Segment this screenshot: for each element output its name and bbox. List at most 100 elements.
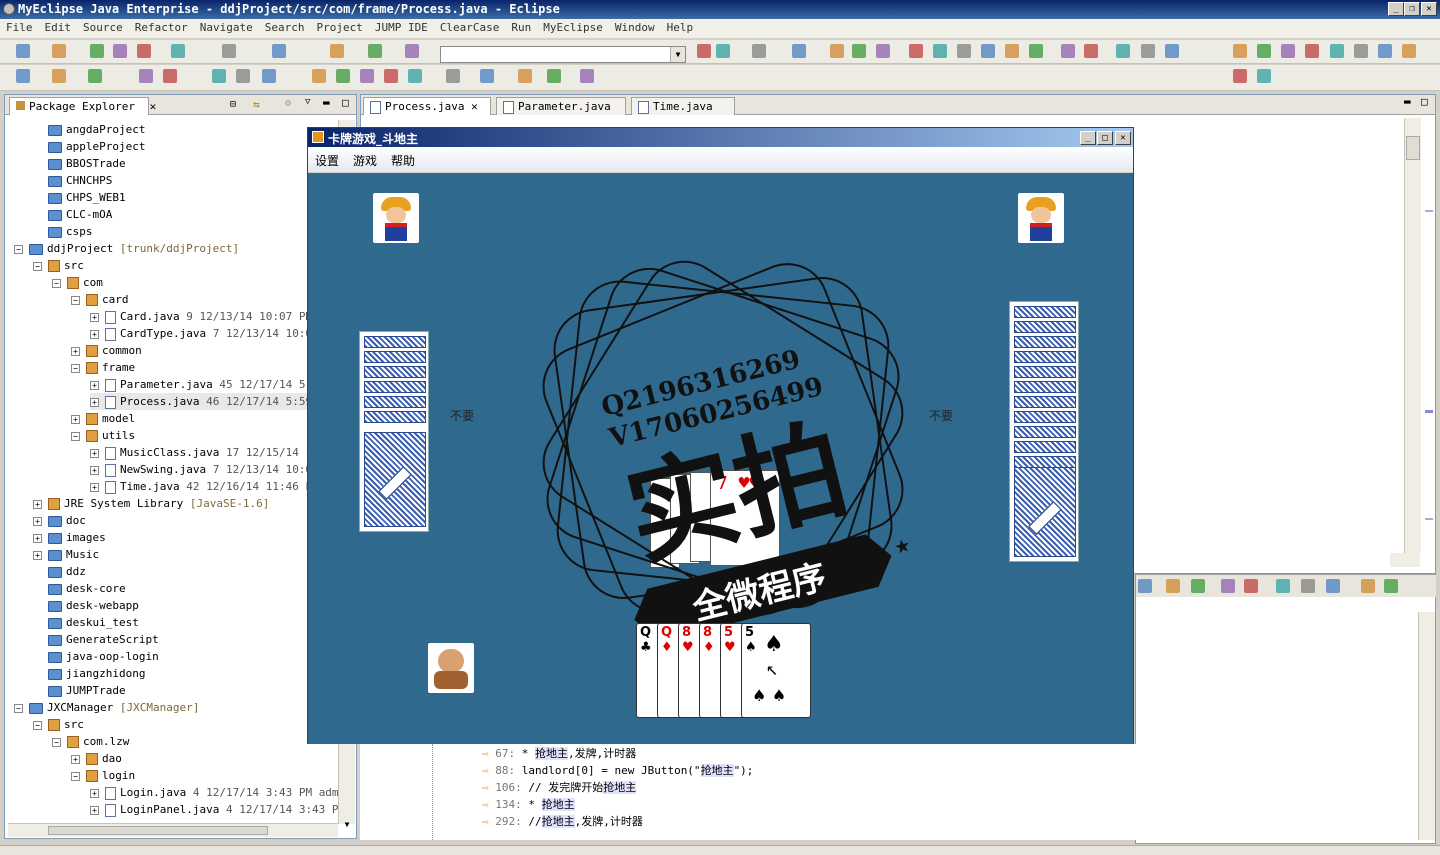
game-menu-item[interactable]: 帮助: [391, 152, 415, 168]
maximize-button[interactable]: ❐: [1404, 2, 1420, 16]
debug-icon[interactable]: [1330, 44, 1344, 58]
debug-icon[interactable]: [139, 69, 153, 83]
tree-item[interactable]: + LoginPanel.java 4 12/17/14 3:43 PM: [90, 801, 342, 818]
game-close-button[interactable]: ✕: [1115, 131, 1131, 145]
editor-vscrollbar[interactable]: [1404, 118, 1421, 553]
search-result-row[interactable]: ⇨ 292: //抢地主,发牌,计时器: [470, 813, 1410, 830]
collapse-icon[interactable]: −: [71, 363, 80, 373]
collapse-icon[interactable]: −: [14, 703, 23, 713]
game-maximize-button[interactable]: □: [1097, 131, 1113, 145]
view-menu-icon[interactable]: ▽: [305, 97, 310, 107]
run-icon[interactable]: [1244, 579, 1258, 593]
open-icon[interactable]: [272, 44, 286, 58]
tree-item[interactable]: − src: [33, 716, 84, 733]
expand-icon[interactable]: +: [33, 550, 42, 560]
tab-package-explorer[interactable]: Package Explorer ✕: [9, 97, 156, 115]
search-result-row[interactable]: ⇨ 106: // 发完牌开始抢地主: [470, 779, 1410, 796]
minimize-editor-icon[interactable]: ▬: [1404, 95, 1411, 108]
debug-icon[interactable]: [446, 69, 460, 83]
expand-icon[interactable]: +: [90, 380, 99, 390]
build-icon[interactable]: [312, 69, 326, 83]
minimize-view-icon[interactable]: ▬: [323, 96, 330, 109]
tree-item[interactable]: ddz: [33, 563, 86, 580]
new-icon[interactable]: [16, 44, 30, 58]
search-vscrollbar[interactable]: [1418, 612, 1435, 840]
search-icon[interactable]: [1378, 44, 1392, 58]
open-icon[interactable]: [1141, 44, 1155, 58]
print-icon[interactable]: [1305, 44, 1319, 58]
menu-item[interactable]: Search: [265, 21, 305, 36]
collapse-icon[interactable]: −: [14, 244, 23, 254]
refresh-icon[interactable]: [1402, 44, 1416, 58]
search-result-row[interactable]: ⇨ 67: * 抢地主,发牌,计时器: [470, 745, 1410, 762]
save-icon[interactable]: [1166, 579, 1180, 593]
collapse-icon[interactable]: −: [33, 261, 42, 271]
new-icon[interactable]: [1257, 44, 1271, 58]
debug-icon[interactable]: [113, 44, 127, 58]
hscroll-thumb[interactable]: [48, 826, 268, 835]
tree-item[interactable]: desk-core: [33, 580, 126, 597]
navigate-icon[interactable]: [336, 69, 350, 83]
tree-item[interactable]: + CardType.java 7 12/13/14 10:0: [90, 325, 312, 342]
tree-item[interactable]: + Login.java 4 12/17/14 3:43 PM admi: [90, 784, 342, 801]
explorer-hscrollbar[interactable]: [8, 823, 338, 837]
open-icon[interactable]: [580, 69, 594, 83]
tree-item[interactable]: + dao: [71, 750, 122, 767]
navigate-icon[interactable]: [1233, 44, 1247, 58]
tree-item[interactable]: − card: [71, 291, 129, 308]
search-result-row[interactable]: ⇨ 134: * 抢地主: [470, 796, 1410, 813]
expand-icon[interactable]: +: [90, 448, 99, 458]
link-editor-icon[interactable]: ⇆: [253, 98, 260, 111]
expand-icon[interactable]: +: [90, 465, 99, 475]
open-icon[interactable]: [876, 44, 890, 58]
run-icon[interactable]: [1354, 44, 1368, 58]
collapse-icon[interactable]: −: [33, 720, 42, 730]
search-icon[interactable]: [830, 44, 844, 58]
build-icon[interactable]: [1361, 579, 1375, 593]
tree-item[interactable]: + common: [71, 342, 142, 359]
game-menu-item[interactable]: 游戏: [353, 152, 377, 168]
collapse-icon[interactable]: −: [71, 771, 80, 781]
run-icon[interactable]: [792, 44, 806, 58]
expand-icon[interactable]: +: [90, 329, 99, 339]
build-icon[interactable]: [1165, 44, 1179, 58]
new-icon[interactable]: [1138, 579, 1152, 593]
expand-icon[interactable]: +: [90, 805, 99, 815]
open-icon[interactable]: [262, 69, 276, 83]
expand-icon[interactable]: +: [90, 482, 99, 492]
print-icon[interactable]: [716, 44, 730, 58]
tree-item[interactable]: angdaProject: [33, 121, 145, 138]
tree-item[interactable]: − login: [71, 767, 135, 784]
tree-item[interactable]: appleProject: [33, 138, 145, 155]
vscroll-thumb[interactable]: [1406, 136, 1420, 160]
menu-item[interactable]: Source: [83, 21, 123, 36]
expand-icon[interactable]: +: [90, 397, 99, 407]
tree-item[interactable]: csps: [33, 223, 93, 240]
close-icon[interactable]: ✕: [471, 100, 478, 113]
tree-item[interactable]: − src: [33, 257, 84, 274]
minimize-button[interactable]: _: [1388, 2, 1404, 16]
menu-item[interactable]: Help: [667, 21, 694, 36]
menu-item[interactable]: MyEclipse: [543, 21, 603, 36]
tree-item[interactable]: + NewSwing.java 7 12/13/14 10:0: [90, 461, 312, 478]
tree-item[interactable]: − utils: [71, 427, 135, 444]
tree-item[interactable]: + Card.java 9 12/13/14 10:07 PM: [90, 308, 312, 325]
expand-icon[interactable]: +: [71, 346, 80, 356]
tree-item[interactable]: + JRE System Library [JavaSE-1.6]: [33, 495, 269, 512]
tree-item[interactable]: − ddjProject [trunk/ddjProject]: [14, 240, 239, 257]
save-icon[interactable]: [1281, 44, 1295, 58]
menu-item[interactable]: Refactor: [135, 21, 188, 36]
tree-item[interactable]: + images: [33, 529, 106, 546]
tree-item[interactable]: + model: [71, 410, 135, 427]
print-icon[interactable]: [1005, 44, 1019, 58]
tree-item[interactable]: + Music: [33, 546, 99, 563]
collapse-icon[interactable]: −: [71, 431, 80, 441]
refresh-icon[interactable]: [547, 69, 561, 83]
print-icon[interactable]: [408, 69, 422, 83]
tree-item[interactable]: java-oop-login: [33, 648, 159, 665]
tab-editor-file[interactable]: Parameter.java: [496, 97, 626, 115]
expand-icon[interactable]: +: [33, 499, 42, 509]
refresh-icon[interactable]: [1301, 579, 1315, 593]
close-icon[interactable]: ✕: [150, 100, 157, 113]
collapse-icon[interactable]: −: [52, 278, 61, 288]
